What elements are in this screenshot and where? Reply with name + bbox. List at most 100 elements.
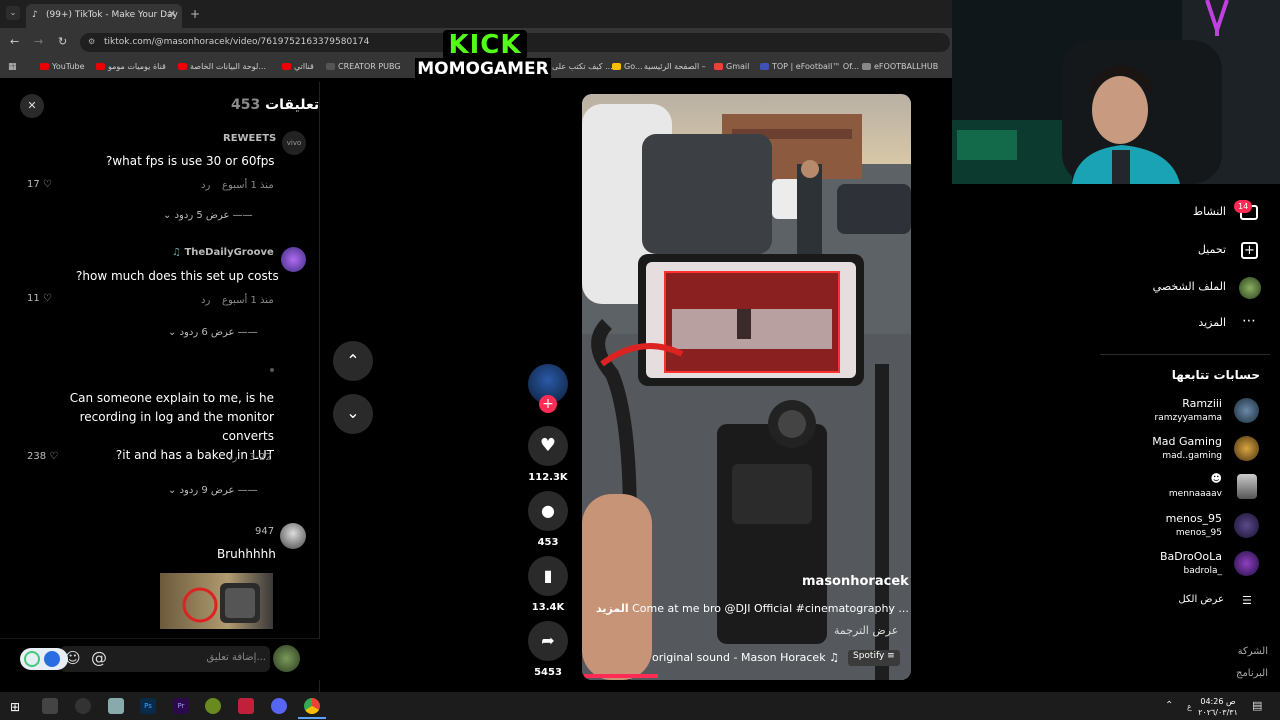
spotify-button[interactable]: Spotify ≡ (848, 650, 900, 666)
power-icon (24, 651, 40, 667)
bookmark-channels[interactable]: قنااتي (282, 62, 314, 71)
taskbar-app-icon[interactable] (238, 698, 254, 714)
caption-more-button[interactable]: المزيد (596, 602, 629, 615)
footer-program-link[interactable]: البرنامج (1180, 668, 1268, 679)
browser-tab[interactable]: ♪ (99+) TikTok - Make Your Day ✕ (26, 4, 182, 28)
see-translation-link[interactable]: عرض الترجمة (834, 624, 898, 637)
language-indicator[interactable]: ع (1187, 702, 1192, 711)
comment-username[interactable]: REWEETS (223, 133, 276, 144)
video-player[interactable]: masonhoracek المزيد Come at me bro @DJI … (582, 94, 911, 680)
view-replies-button[interactable]: ⌄ عرض 5 ردود —— (163, 210, 253, 221)
bookmark-homepage[interactable]: الصفحة الرئيسية – (644, 62, 706, 71)
following-avatar[interactable] (1237, 474, 1257, 499)
profile-avatar[interactable] (1239, 277, 1261, 299)
activity-badge: 14 (1234, 200, 1253, 213)
webcam-feed (952, 0, 1280, 184)
previous-video-button[interactable]: ⌃ (333, 341, 373, 381)
comment-username[interactable]: 947 (255, 526, 274, 537)
chevron-down-icon: ⌄ (168, 327, 177, 338)
back-icon[interactable]: ← (10, 35, 19, 48)
comments-count-label: 453 (537, 537, 559, 548)
nav-activity[interactable]: النشاط (1110, 205, 1226, 218)
windows-taskbar (0, 692, 1280, 720)
my-avatar[interactable] (273, 645, 300, 672)
comment-time: 3-22 (249, 452, 272, 463)
close-tab-icon[interactable]: ✕ (168, 9, 176, 20)
following-avatar[interactable] (1234, 436, 1259, 461)
taskbar-obs-icon[interactable] (75, 698, 91, 714)
nav-more[interactable]: المزيد (1110, 316, 1226, 329)
like-button[interactable]: ♥ (528, 426, 568, 466)
active-app-indicator (298, 717, 326, 719)
following-name[interactable]: menos_95 (1100, 512, 1222, 525)
comment-image[interactable] (160, 573, 273, 629)
view-replies-button[interactable]: ⌄ عرض 9 ردود —— (168, 485, 258, 496)
video-author-name[interactable]: masonhoracek (802, 574, 909, 589)
see-all-following-link[interactable]: عرض الكل (1110, 594, 1224, 605)
close-comments-button[interactable]: ✕ (20, 94, 44, 118)
follow-plus-icon[interactable]: + (539, 395, 557, 413)
following-handle: mad..gaming (1162, 451, 1222, 461)
site-info-icon[interactable]: ⚙ (88, 37, 95, 46)
following-avatar[interactable] (1234, 513, 1259, 538)
more-dots-icon[interactable]: ⋯ (1242, 313, 1256, 329)
bookmark-youtube[interactable]: YouTube (40, 62, 85, 71)
taskbar-discord-icon[interactable] (271, 698, 287, 714)
extension-widget[interactable] (20, 648, 68, 670)
save-button[interactable]: ▮ (528, 556, 568, 596)
bookmark-efootballhub[interactable]: eFOOTBALLHUB (862, 62, 938, 71)
avatar[interactable]: vivo (282, 131, 306, 155)
like-comment-button[interactable]: 11 ♡ (27, 293, 52, 304)
new-tab-button[interactable]: + (190, 7, 200, 21)
bookmark-gmail[interactable]: Gmail (714, 62, 749, 71)
taskbar-app-icon[interactable] (42, 698, 58, 714)
comments-button[interactable]: ● (528, 491, 568, 531)
taskbar-premiere-icon[interactable]: Pr (173, 698, 189, 714)
reply-button[interactable]: رد (201, 180, 210, 191)
apps-grid-icon[interactable]: ▦ (8, 62, 17, 72)
taskbar-clock[interactable]: 04:26 ص ٢٠٢٦/٠٣/٣١ (1196, 696, 1240, 718)
next-video-button[interactable]: ⌄ (333, 394, 373, 434)
bookmark-efootball-top[interactable]: TOP | eFootball™ Of... (760, 62, 859, 71)
tab-search-button[interactable]: ⌄ (6, 6, 20, 20)
following-handle: ramzyyamama (1154, 413, 1222, 423)
comment-username[interactable]: ♫ TheDailyGroove (172, 247, 274, 258)
heart-outline-icon: ♡ (42, 293, 52, 304)
following-name[interactable]: BaDroOoLa (1100, 550, 1222, 563)
nav-upload[interactable]: تحميل (1110, 243, 1226, 256)
reply-button[interactable]: رد (228, 452, 237, 463)
windows-start-icon[interactable]: ⊞ (10, 700, 20, 714)
mention-icon[interactable]: @ (91, 648, 107, 667)
avatar[interactable] (281, 247, 306, 272)
nav-profile[interactable]: الملف الشخصي (1110, 280, 1226, 293)
reply-button[interactable]: رد (201, 295, 210, 306)
bookmark-dashboard[interactable]: لوحة البيانات الخاصة... (178, 62, 266, 71)
avatar[interactable] (280, 523, 306, 549)
bookmark-creator-pubg[interactable]: CREATOR PUBG (326, 62, 401, 71)
taskbar-app-icon[interactable] (108, 698, 124, 714)
footer-company-link[interactable]: الشركة (1180, 646, 1268, 657)
bookmark-google[interactable]: Go... (612, 62, 643, 71)
like-comment-button[interactable]: 238 ♡ (27, 451, 58, 462)
reload-icon[interactable]: ↻ (58, 35, 67, 48)
video-sound[interactable]: original sound - Mason Horacek ♫ (652, 651, 839, 664)
following-avatar[interactable] (1234, 398, 1259, 423)
upload-plus-icon[interactable]: + (1241, 242, 1258, 259)
forward-icon[interactable]: → (34, 35, 43, 48)
following-name[interactable]: Ramziii (1100, 397, 1222, 410)
avatar[interactable] (270, 368, 274, 372)
bookmark-momo-channel[interactable]: قناة يوميات مومو (96, 62, 166, 71)
taskbar-chrome-icon[interactable] (304, 698, 320, 714)
taskbar-app-icon[interactable] (205, 698, 221, 714)
following-avatar[interactable] (1234, 551, 1259, 576)
following-name[interactable]: Mad Gaming (1100, 435, 1222, 448)
notification-center-icon[interactable]: ▤ (1252, 699, 1262, 712)
following-handle: badrola_ (1183, 566, 1222, 576)
tray-chevron-icon[interactable]: ⌃ (1165, 700, 1173, 711)
taskbar-photoshop-icon[interactable]: Ps (140, 698, 156, 714)
share-button[interactable]: ➦ (528, 621, 568, 661)
like-comment-button[interactable]: 17 ♡ (27, 179, 52, 190)
view-replies-button[interactable]: ⌄ عرض 6 ردود —— (168, 327, 258, 338)
share-arrow-icon: ➦ (541, 631, 555, 650)
bookmark-how-to-write[interactable]: كيف تكتب على ... (552, 62, 613, 71)
